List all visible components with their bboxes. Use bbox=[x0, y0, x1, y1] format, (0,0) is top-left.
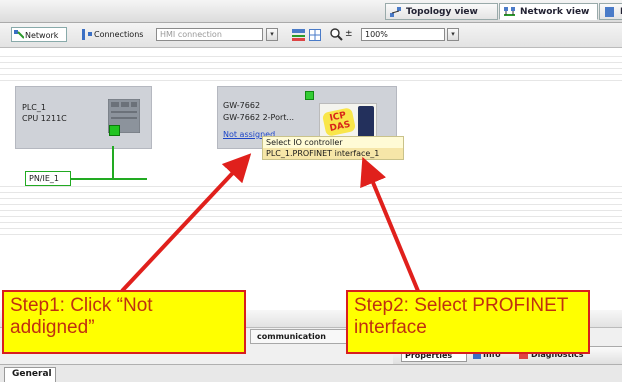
step2-arrow bbox=[360, 156, 420, 292]
step1-text: Step1: Click “Not addigned” bbox=[10, 295, 153, 338]
step1-arrow bbox=[120, 153, 252, 293]
step2-callout: Step2: Select PROFINET interface bbox=[346, 290, 590, 354]
step1-callout: Step1: Click “Not addigned” bbox=[2, 290, 246, 354]
step2-text: Step2: Select PROFINET interface bbox=[354, 295, 569, 338]
